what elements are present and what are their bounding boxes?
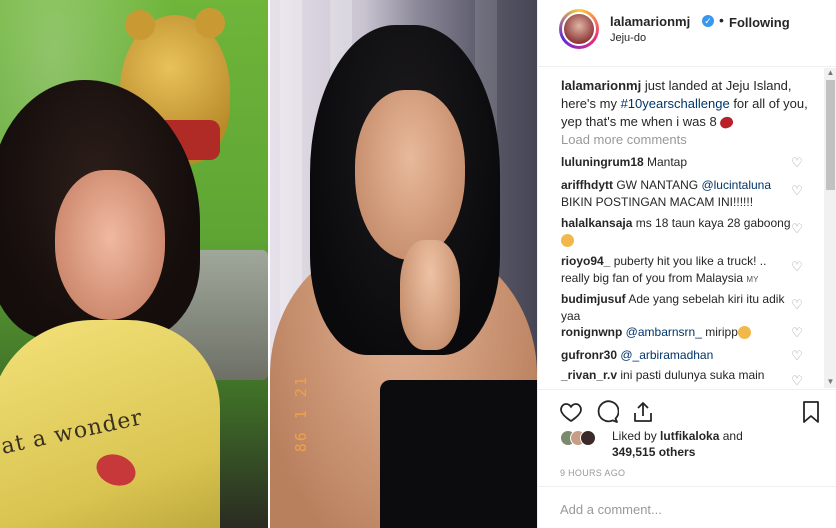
save-bookmark-icon[interactable] <box>799 400 823 424</box>
load-more-comments-button[interactable]: Load more comments <box>561 132 687 147</box>
comment-like-heart-icon[interactable]: ♡ <box>790 184 804 198</box>
comment-like-heart-icon[interactable]: ♡ <box>790 298 804 312</box>
teddy-bear-ear <box>125 10 155 40</box>
post-caption: lalamarionmj just landed at Jeju Island,… <box>561 77 811 131</box>
mention-link[interactable]: @ambarnsrn_ <box>626 325 702 339</box>
comment-text: miripp <box>701 325 738 339</box>
comments-scrollbar[interactable]: ▲ ▼ <box>824 68 836 388</box>
woman-face <box>355 90 465 260</box>
teddy-bear-ear <box>195 8 225 38</box>
liker-username-link[interactable]: lutfikaloka <box>660 429 719 443</box>
post-header: lalamarionmj ✓ • Following Jeju-do <box>538 0 836 67</box>
grinning-face-emoji-icon <box>737 326 751 340</box>
comment-username[interactable]: luluningrum18 <box>561 155 644 169</box>
comment-text: GW NANTANG <box>613 178 702 192</box>
verified-badge-icon: ✓ <box>702 15 714 27</box>
child-face <box>55 170 165 320</box>
post-photo[interactable]: at a wonder 86 1 21 <box>0 0 537 528</box>
scrollbar-thumb[interactable] <box>826 80 835 190</box>
username-link[interactable]: lalamarionmj <box>610 14 690 29</box>
comment-item: luluningrum18 Mantap <box>561 154 796 171</box>
comment-username[interactable]: _rivan_r.v <box>561 368 617 382</box>
comment-like-heart-icon[interactable]: ♡ <box>790 374 804 388</box>
separator-dot: • <box>719 12 724 28</box>
mention-link[interactable]: @_arbiramadhan <box>620 348 713 362</box>
malaysia-flag-code: MY <box>746 275 759 284</box>
likes-summary: Liked by lutfikaloka and 349,515 others <box>560 428 820 464</box>
comment-username[interactable]: halalkansaja <box>561 216 632 230</box>
comment-like-heart-icon[interactable]: ♡ <box>790 326 804 340</box>
comment-username[interactable]: ariffhdytt <box>561 178 613 192</box>
comment-like-heart-icon[interactable]: ♡ <box>790 156 804 170</box>
comment-text: ms 18 taun kaya 28 gaboong <box>632 216 791 230</box>
post-actions-bar <box>538 389 836 429</box>
following-button[interactable]: Following <box>729 15 790 30</box>
black-top <box>380 380 537 528</box>
caption-username[interactable]: lalamarionmj <box>561 78 641 93</box>
scroll-down-arrow-icon[interactable]: ▼ <box>824 377 836 388</box>
comment-item: rioyo94_ puberty hit you like a truck! .… <box>561 253 796 288</box>
comment-text: ini pasti dulunya suka main <box>617 368 765 382</box>
film-date-stamp: 86 1 21 <box>292 375 310 453</box>
comment-like-heart-icon[interactable]: ♡ <box>790 222 804 236</box>
comments-list[interactable]: lalamarionmj just landed at Jeju Island,… <box>538 68 836 388</box>
avatar[interactable] <box>559 9 599 49</box>
mention-link[interactable]: @lucintaluna <box>701 178 771 192</box>
likes-count-link[interactable]: 349,515 others <box>612 445 695 459</box>
comment-username[interactable]: budimjusuf <box>561 292 626 306</box>
comment-item: gufronr30 @_arbiramadhan <box>561 347 796 364</box>
comment-item: budimjusuf Ade yang sebelah kiri itu adi… <box>561 291 796 325</box>
comment-username[interactable]: rioyo94_ <box>561 254 610 268</box>
fearful-face-emoji-icon <box>561 234 574 248</box>
comment-like-heart-icon[interactable]: ♡ <box>790 260 804 274</box>
location-link[interactable]: Jeju-do <box>610 32 646 44</box>
scroll-up-arrow-icon[interactable]: ▲ <box>824 68 836 79</box>
comment-text-cont: BIKIN POSTINGAN MACAM INI!!!!!! <box>561 195 754 209</box>
photo-right-panel: 86 1 21 <box>270 0 537 528</box>
comment-username[interactable]: ronignwnp <box>561 325 622 339</box>
post-timestamp[interactable]: 9 HOURS AGO <box>560 468 625 478</box>
comment-username[interactable]: gufronr30 <box>561 348 617 362</box>
liked-by-label: Liked by <box>612 429 661 443</box>
add-comment-input[interactable] <box>560 501 810 517</box>
like-heart-icon[interactable] <box>559 400 583 424</box>
likes-and: and <box>719 429 743 443</box>
share-icon[interactable] <box>631 400 655 424</box>
comment-like-heart-icon[interactable]: ♡ <box>790 349 804 363</box>
lips-emoji-icon <box>718 115 735 130</box>
photo-left-panel: at a wonder <box>0 0 268 528</box>
avatar-image <box>562 12 596 46</box>
post-side-panel: lalamarionmj ✓ • Following Jeju-do lalam… <box>537 0 836 528</box>
likes-text: Liked by lutfikaloka and 349,515 others <box>612 428 743 460</box>
woman-hand <box>400 240 460 350</box>
comment-bubble-icon[interactable] <box>595 400 619 424</box>
comment-item: halalkansaja ms 18 taun kaya 28 gaboong <box>561 215 796 249</box>
comment-item: ariffhdytt GW NANTANG @lucintaluna BIKIN… <box>561 177 796 211</box>
hashtag-link[interactable]: #10yearschallenge <box>621 96 730 111</box>
liker-avatar[interactable] <box>580 430 596 446</box>
comment-text: Mantap <box>643 155 688 169</box>
comment-item: _rivan_r.v ini pasti dulunya suka main <box>561 367 796 384</box>
comment-item: ronignwnp @ambarnsrn_ miripp <box>561 324 796 341</box>
add-comment-bar <box>538 486 836 528</box>
